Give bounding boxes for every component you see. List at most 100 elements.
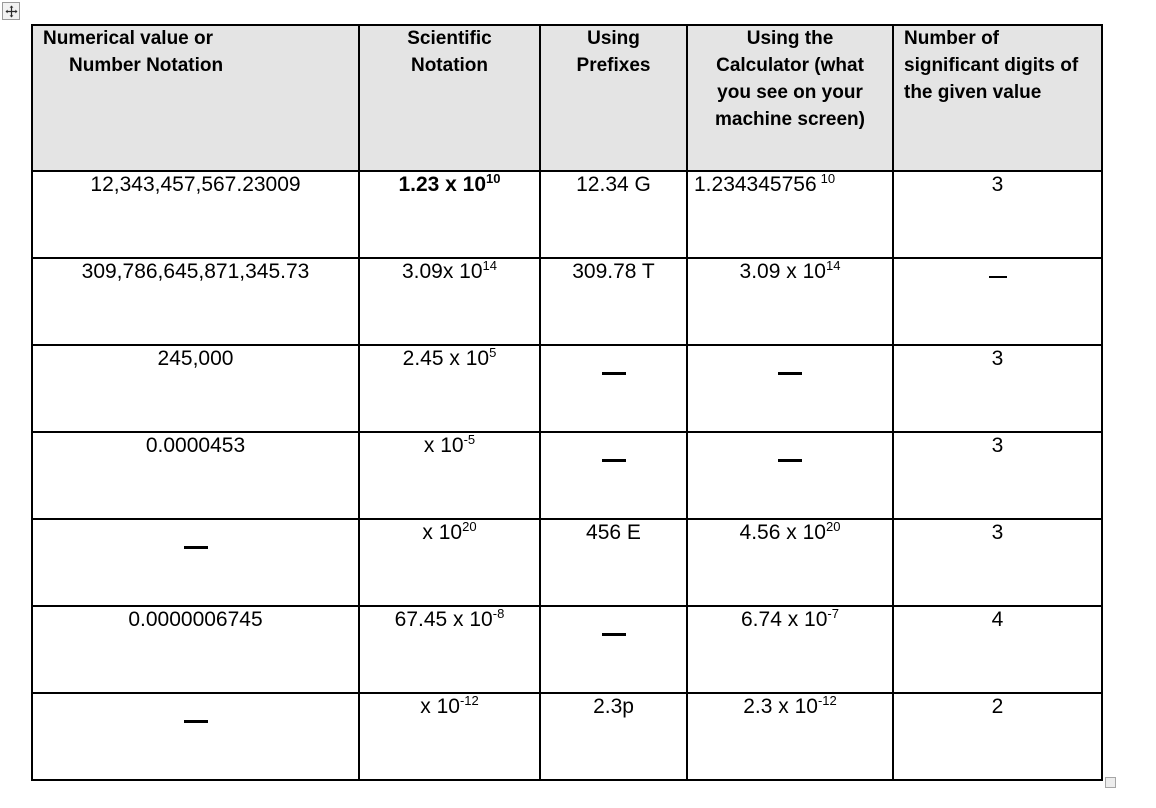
mantissa: 245,000: [157, 347, 234, 370]
cell-using-the-calculator[interactable]: [686, 344, 894, 433]
cell-significant-digits[interactable]: 4: [892, 605, 1103, 694]
cell-significant-digits[interactable]: 3: [892, 344, 1103, 433]
mantissa: 6.74 x 10: [741, 608, 828, 631]
scientific-notation-table-container: Numerical value or Number Notation Scien…: [31, 24, 1103, 781]
cell-using-the-calculator[interactable]: 6.74 x 10-7: [686, 605, 894, 694]
header-line-1: Numerical value or: [43, 28, 214, 49]
exponent: 14: [825, 258, 841, 273]
table-row: x 1020 456 E 4.56 x 1020 3: [31, 518, 1103, 607]
cell-numerical-value[interactable]: 0.0000006745: [31, 605, 360, 694]
header-line-4: machine screen): [715, 108, 865, 130]
column-header-numerical-value: Numerical value or Number Notation: [31, 24, 360, 172]
placeholder-dash: [183, 720, 208, 723]
mantissa: 1.23 x 10: [398, 173, 487, 196]
placeholder-dash: [988, 276, 1007, 279]
header-line-3: you see on your: [717, 81, 863, 103]
table-header-row: Numerical value or Number Notation Scien…: [31, 24, 1103, 172]
mantissa: 4.56 x 10: [739, 521, 826, 544]
exponent: 20: [825, 519, 841, 534]
table-row: 0.0000006745 67.45 x 10-8 6.74 x 10-7 4: [31, 605, 1103, 694]
cell-scientific-notation[interactable]: x 10-12: [358, 692, 541, 781]
placeholder-dash: [778, 372, 802, 375]
mantissa: 2: [991, 695, 1004, 718]
cell-using-prefixes[interactable]: [539, 344, 688, 433]
cell-scientific-notation[interactable]: 3.09x 1014: [358, 257, 541, 346]
mantissa: 12.34 G: [576, 173, 651, 196]
cell-numerical-value[interactable]: [31, 692, 360, 781]
exponent: 5: [489, 345, 497, 360]
placeholder-dash: [601, 372, 626, 375]
header-line-1: Scientific: [407, 28, 492, 49]
cell-scientific-notation[interactable]: 2.45 x 105: [358, 344, 541, 433]
cell-using-prefixes[interactable]: 2.3p: [539, 692, 688, 781]
exponent: -8: [492, 606, 505, 621]
cell-numerical-value[interactable]: 0.0000453: [31, 431, 360, 520]
exponent: 14: [482, 258, 498, 273]
exponent: -12: [817, 693, 837, 708]
table-row: 245,000 2.45 x 105 3: [31, 344, 1103, 433]
table-row: x 10-12 2.3p 2.3 x 10-12 2: [31, 692, 1103, 781]
table-resize-handle[interactable]: [1105, 777, 1116, 788]
exponent: -12: [459, 693, 479, 708]
placeholder-dash: [778, 459, 802, 462]
column-header-using-the-calculator: Using the Calculator (what you see on yo…: [686, 24, 894, 172]
cell-using-the-calculator[interactable]: 4.56 x 1020: [686, 518, 894, 607]
cell-using-prefixes[interactable]: 12.34 G: [539, 170, 688, 259]
cell-scientific-notation[interactable]: 67.45 x 10-8: [358, 605, 541, 694]
mantissa: 3: [991, 173, 1004, 196]
mantissa: 2.3p: [593, 695, 634, 718]
table-row: 12,343,457,567.23009 1.23 x 1010 12.34 G 1.…: [31, 170, 1103, 259]
mantissa: 3: [991, 521, 1004, 544]
cell-significant-digits[interactable]: 3: [892, 518, 1103, 607]
cell-scientific-notation[interactable]: x 1020: [358, 518, 541, 607]
mantissa: x 10: [420, 695, 460, 718]
column-header-number-of-significant-digits: Number of significant digits of the give…: [892, 24, 1103, 172]
column-header-using-prefixes: Using Prefixes: [539, 24, 688, 172]
mantissa: 4: [991, 608, 1004, 631]
placeholder-dash: [601, 633, 626, 636]
placeholder-dash: [183, 546, 208, 549]
cell-significant-digits[interactable]: 3: [892, 431, 1103, 520]
header-line-1: Using the: [746, 28, 834, 49]
header-line-2: Number Notation: [69, 54, 224, 76]
table-move-handle[interactable]: [2, 2, 20, 20]
cell-using-prefixes[interactable]: [539, 605, 688, 694]
cell-using-the-calculator[interactable]: 3.09 x 1014: [686, 257, 894, 346]
cell-scientific-notation[interactable]: 1.23 x 1010: [358, 170, 541, 259]
table-header: Numerical value or Number Notation Scien…: [31, 24, 1103, 172]
mantissa: 3.09 x 10: [739, 260, 826, 283]
cell-numerical-value[interactable]: 245,000: [31, 344, 360, 433]
exponent: 20: [462, 519, 477, 534]
header-line-2: Prefixes: [576, 54, 651, 76]
cell-numerical-value[interactable]: 309,786,645,871,345.73: [31, 257, 360, 346]
cell-significant-digits[interactable]: 3: [892, 170, 1103, 259]
cell-using-prefixes[interactable]: [539, 431, 688, 520]
header-line-3: the given value: [904, 81, 1042, 103]
mantissa: 0.0000453: [145, 434, 246, 457]
cell-scientific-notation[interactable]: x 10-5: [358, 431, 541, 520]
mantissa: 0.0000006745: [128, 608, 263, 631]
cell-using-prefixes[interactable]: 309.78 T: [539, 257, 688, 346]
cell-using-the-calculator[interactable]: 2.3 x 10-12: [686, 692, 894, 781]
mantissa: x 10: [422, 521, 463, 544]
cell-numerical-value[interactable]: 12,343,457,567.23009: [31, 170, 360, 259]
header-line-2: significant digits of: [904, 54, 1079, 76]
cell-significant-digits[interactable]: 2: [892, 692, 1103, 781]
scientific-notation-table: Numerical value or Number Notation Scien…: [31, 24, 1103, 781]
cell-numerical-value[interactable]: [31, 518, 360, 607]
cell-significant-digits[interactable]: [892, 257, 1103, 346]
cell-using-the-calculator[interactable]: [686, 431, 894, 520]
table-body: 12,343,457,567.23009 1.23 x 1010 12.34 G 1.…: [31, 170, 1103, 781]
header-line-1: Using: [587, 28, 640, 49]
exponent: 10: [486, 171, 501, 186]
mantissa: 3.09x 10: [401, 260, 483, 283]
mantissa: 12,343,457,567.23009: [90, 173, 301, 196]
mantissa: 2.3 x 10: [743, 695, 818, 718]
header-line-2: Calculator (what: [716, 54, 864, 76]
mantissa: 309,786,645,871,345.73: [81, 260, 310, 283]
cell-using-the-calculator[interactable]: 1.234345756 10: [686, 170, 894, 259]
move-arrows-icon: [5, 5, 18, 18]
table-row: 0.0000453 x 10-5 3: [31, 431, 1103, 520]
cell-using-prefixes[interactable]: 456 E: [539, 518, 688, 607]
table-row: 309,786,645,871,345.73 3.09x 1014 309.78 T…: [31, 257, 1103, 346]
